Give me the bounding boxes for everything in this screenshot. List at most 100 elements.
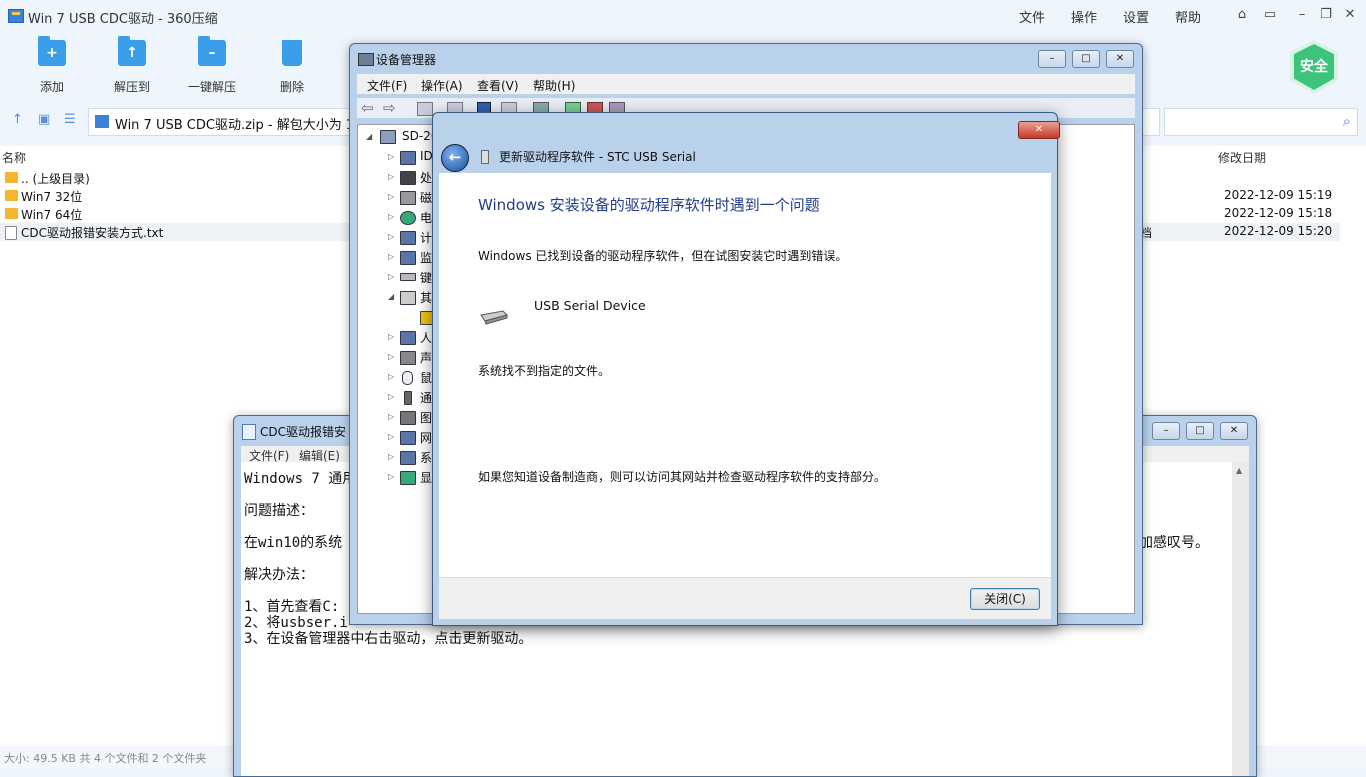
back-button[interactable]: ← — [441, 144, 469, 172]
notepad-maximize-button[interactable]: □ — [1186, 422, 1214, 440]
one-click-extract-button[interactable]: – 一键解压 — [177, 36, 247, 95]
close-button[interactable]: ✕ — [1340, 6, 1360, 24]
devmgr-menu-help[interactable]: 帮助(H) — [533, 77, 575, 94]
notepad-scrollbar[interactable]: ▲ — [1232, 462, 1249, 776]
tree-node[interactable]: 鼠 — [420, 369, 432, 386]
file-name: CDC驱动报错安装方式.txt — [21, 226, 164, 240]
dialog-heading: Windows 安装设备的驱动程序软件时遇到一个问题 — [478, 196, 820, 214]
tree-node[interactable]: 监 — [420, 249, 432, 266]
processor-icon — [400, 171, 416, 185]
search-icon[interactable]: ⌕ — [1343, 112, 1351, 130]
text-line-fragment: 加感叹号。 — [1139, 535, 1209, 551]
minimize-button[interactable]: – — [1292, 6, 1312, 24]
feedback-icon[interactable]: ▭ — [1260, 6, 1280, 24]
dialog-content: Windows 安装设备的驱动程序软件时遇到一个问题 Windows 已找到设备… — [439, 173, 1051, 577]
zip-menu-file[interactable]: 文件 — [1019, 7, 1045, 26]
zip-menu-action[interactable]: 操作 — [1071, 7, 1097, 26]
expand-icon[interactable]: ▷ — [388, 212, 394, 221]
notepad-close-button[interactable]: ✕ — [1220, 422, 1248, 440]
view-thumbnail-icon[interactable]: ▣ — [38, 112, 50, 127]
expand-icon[interactable]: ▷ — [388, 232, 394, 241]
column-header-name[interactable]: 名称 — [2, 149, 26, 166]
text-line: Windows 7 通用 — [244, 471, 357, 487]
devmgr-menu-action[interactable]: 操作(A) — [421, 77, 463, 94]
tree-node[interactable]: 磁 — [420, 189, 432, 206]
devmgr-title: 设备管理器 — [376, 53, 437, 67]
security-badge[interactable]: 安全 — [1290, 40, 1338, 94]
zip-window-title: Win 7 USB CDC驱动 - 360压缩 — [28, 12, 218, 27]
forward-arrow-icon[interactable]: ⇨ — [383, 99, 396, 117]
text-file-icon — [5, 226, 17, 240]
add-label: 添加 — [39, 80, 64, 94]
tree-node[interactable]: 通 — [420, 389, 432, 406]
delete-button[interactable]: 删除 — [257, 40, 327, 95]
properties-icon[interactable] — [417, 102, 433, 116]
zip-menu-help[interactable]: 帮助 — [1175, 7, 1201, 26]
one-click-extract-icon: – — [198, 36, 226, 66]
expand-icon[interactable]: ▷ — [388, 332, 394, 341]
dialog-close-x-button[interactable]: ✕ — [1018, 121, 1060, 139]
close-button[interactable]: 关闭(C) — [970, 588, 1040, 610]
scroll-up-icon[interactable]: ▲ — [1236, 466, 1242, 475]
tree-node[interactable]: 电 — [420, 209, 432, 226]
expand-icon[interactable]: ▷ — [388, 452, 394, 461]
ide-icon — [400, 151, 416, 165]
expand-icon[interactable]: ▷ — [388, 252, 394, 261]
support-hint: 如果您知道设备制造商，则可以访问其网站并检查驱动程序软件的支持部分。 — [478, 470, 887, 484]
expand-icon[interactable]: ▷ — [388, 352, 394, 361]
tree-node[interactable]: ID — [420, 149, 433, 163]
devmgr-minimize-button[interactable]: – — [1038, 50, 1066, 68]
tree-node[interactable]: 图 — [420, 409, 432, 426]
dialog-message: Windows 已找到设备的驱动程序软件，但在试图安装它时遇到错误。 — [478, 249, 848, 263]
expand-icon[interactable]: ▷ — [388, 272, 394, 281]
column-header-date[interactable]: 修改日期 — [1218, 149, 1266, 166]
devmgr-menu-file[interactable]: 文件(F) — [367, 77, 407, 94]
expand-icon[interactable]: ▷ — [388, 372, 394, 381]
delete-label: 删除 — [279, 80, 304, 94]
tree-node[interactable]: 计 — [420, 229, 432, 246]
status-text: 大小: 49.5 KB 共 4 个文件和 2 个文件夹 — [4, 752, 207, 765]
folder-icon — [5, 172, 18, 183]
network-icon — [400, 431, 416, 445]
tree-node[interactable]: 声 — [420, 349, 432, 366]
tree-node[interactable]: 显 — [420, 469, 432, 486]
devmgr-menu-view[interactable]: 查看(V) — [477, 77, 519, 94]
expand-icon[interactable]: ▷ — [388, 432, 394, 441]
up-arrow-icon[interactable]: ↑ — [12, 112, 23, 127]
tree-node[interactable]: 网 — [420, 429, 432, 446]
collapse-icon[interactable]: ◢ — [388, 292, 394, 301]
expand-icon[interactable]: ▷ — [388, 472, 394, 481]
text-line: 解决办法： — [244, 567, 314, 583]
search-input[interactable]: ⌕ — [1164, 108, 1358, 136]
tree-node[interactable]: 键 — [420, 269, 432, 286]
expand-icon[interactable]: ▷ — [388, 412, 394, 421]
notepad-minimize-button[interactable]: – — [1152, 422, 1180, 440]
zip-menu-settings[interactable]: 设置 — [1123, 7, 1149, 26]
devmgr-close-button[interactable]: ✕ — [1106, 50, 1134, 68]
tree-node[interactable]: 人 — [420, 329, 432, 346]
devmgr-maximize-button[interactable]: □ — [1072, 50, 1100, 68]
tree-node[interactable]: 系 — [420, 449, 432, 466]
expand-icon[interactable]: ▷ — [388, 192, 394, 201]
sound-icon — [400, 351, 416, 365]
usb-serial-device-icon — [480, 310, 508, 325]
tree-node[interactable]: 处 — [420, 169, 432, 186]
maximize-button[interactable]: ❐ — [1316, 6, 1336, 24]
expand-icon[interactable]: ▷ — [388, 152, 394, 161]
imaging-icon — [400, 411, 416, 425]
collapse-icon[interactable]: ◢ — [366, 132, 372, 141]
text-line: 在win10的系统 — [244, 535, 343, 551]
zip-file-icon — [95, 115, 109, 128]
expand-icon[interactable]: ▷ — [388, 172, 394, 181]
skin-icon[interactable]: ⌂ — [1232, 6, 1252, 24]
devmgr-menu-bar: 文件(F) 操作(A) 查看(V) 帮助(H) — [357, 74, 1135, 94]
tree-node[interactable]: 其 — [420, 289, 432, 306]
error-message: 系统找不到指定的文件。 — [478, 364, 611, 378]
update-driver-dialog: ✕ ← 更新驱动程序软件 - STC USB Serial Windows 安装… — [432, 112, 1060, 626]
extract-to-button[interactable]: ↑ 解压到 — [97, 36, 167, 95]
back-arrow-icon[interactable]: ⇦ — [361, 99, 374, 117]
add-button[interactable]: + 添加 — [17, 36, 87, 95]
expand-icon[interactable]: ▷ — [388, 392, 394, 401]
file-name: Win7 32位 — [21, 190, 83, 204]
view-list-icon[interactable]: ☰ — [64, 112, 76, 127]
